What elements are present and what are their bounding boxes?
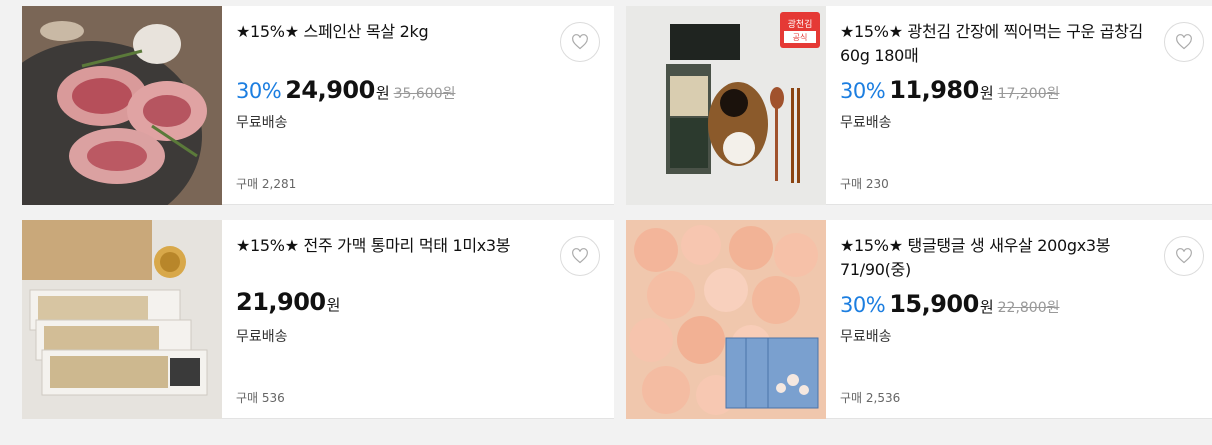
purchase-count: 구매 2,281 [236,177,297,191]
wishlist-button[interactable] [1164,236,1204,276]
purchase-count: 구매 230 [840,177,889,191]
purchase-count: 구매 536 [236,391,285,405]
heart-outline-icon [572,248,588,264]
heart-outline-icon [1176,34,1192,50]
sale-price: 21,900 [236,288,326,316]
price-row: 21,900원 [236,288,344,316]
original-price: 35,600원 [393,86,456,102]
product-card[interactable]: ★15%★ 전주 가맥 통마리 먹태 1미x3봉 21,900원 무료배송 구매… [22,220,614,419]
heart-outline-icon [1176,248,1192,264]
discount-rate: 30% [236,79,282,103]
price-row: 30% 24,900원 35,600원 [236,76,456,104]
product-card[interactable]: ★15%★ 탱글탱글 생 새우살 200gx3봉 71/90(중) 30% 15,… [626,220,1212,419]
wishlist-button[interactable] [560,22,600,62]
product-title[interactable]: ★15%★ 스페인산 목살 2kg [236,20,566,44]
shipping-label: 무료배송 [840,115,892,131]
heart-outline-icon [572,34,588,50]
currency-unit: 원 [979,298,994,316]
product-title[interactable]: ★15%★ 광천김 간장에 찍어먹는 구운 곱창김 60g 180매 [840,20,1170,68]
product-title[interactable]: ★15%★ 탱글탱글 생 새우살 200gx3봉 71/90(중) [840,234,1170,282]
currency-unit: 원 [979,84,994,102]
product-image[interactable] [22,220,222,419]
product-image[interactable] [626,220,826,419]
currency-unit: 원 [375,84,390,102]
discount-rate: 30% [840,293,886,317]
price-row: 30% 15,900원 22,800원 [840,290,1060,318]
price-row: 30% 11,980원 17,200원 [840,76,1060,104]
wishlist-button[interactable] [1164,22,1204,62]
product-title[interactable]: ★15%★ 전주 가맥 통마리 먹태 1미x3봉 [236,234,566,258]
currency-unit: 원 [326,296,341,314]
shipping-label: 무료배송 [236,115,288,131]
product-card[interactable]: 광천김 공식 ★15%★ 광천김 간장에 찍어먹는 구운 곱창김 60g 180… [626,6,1212,205]
product-image[interactable]: 광천김 공식 [626,6,826,205]
wishlist-button[interactable] [560,236,600,276]
original-price: 17,200원 [997,86,1060,102]
sale-price: 11,980 [889,76,979,104]
original-price: 22,800원 [997,300,1060,316]
product-card[interactable]: ★15%★ 스페인산 목살 2kg 30% 24,900원 35,600원 무료배송… [22,6,614,205]
brand-badge-name: 광천김 [788,18,813,30]
sale-price: 24,900 [285,76,375,104]
shipping-label: 무료배송 [840,329,892,345]
discount-rate: 30% [840,79,886,103]
purchase-count: 구매 2,536 [840,391,901,405]
brand-badge-official: 공식 [793,33,808,42]
sale-price: 15,900 [889,290,979,318]
shipping-label: 무료배송 [236,329,288,345]
product-image[interactable] [22,6,222,205]
